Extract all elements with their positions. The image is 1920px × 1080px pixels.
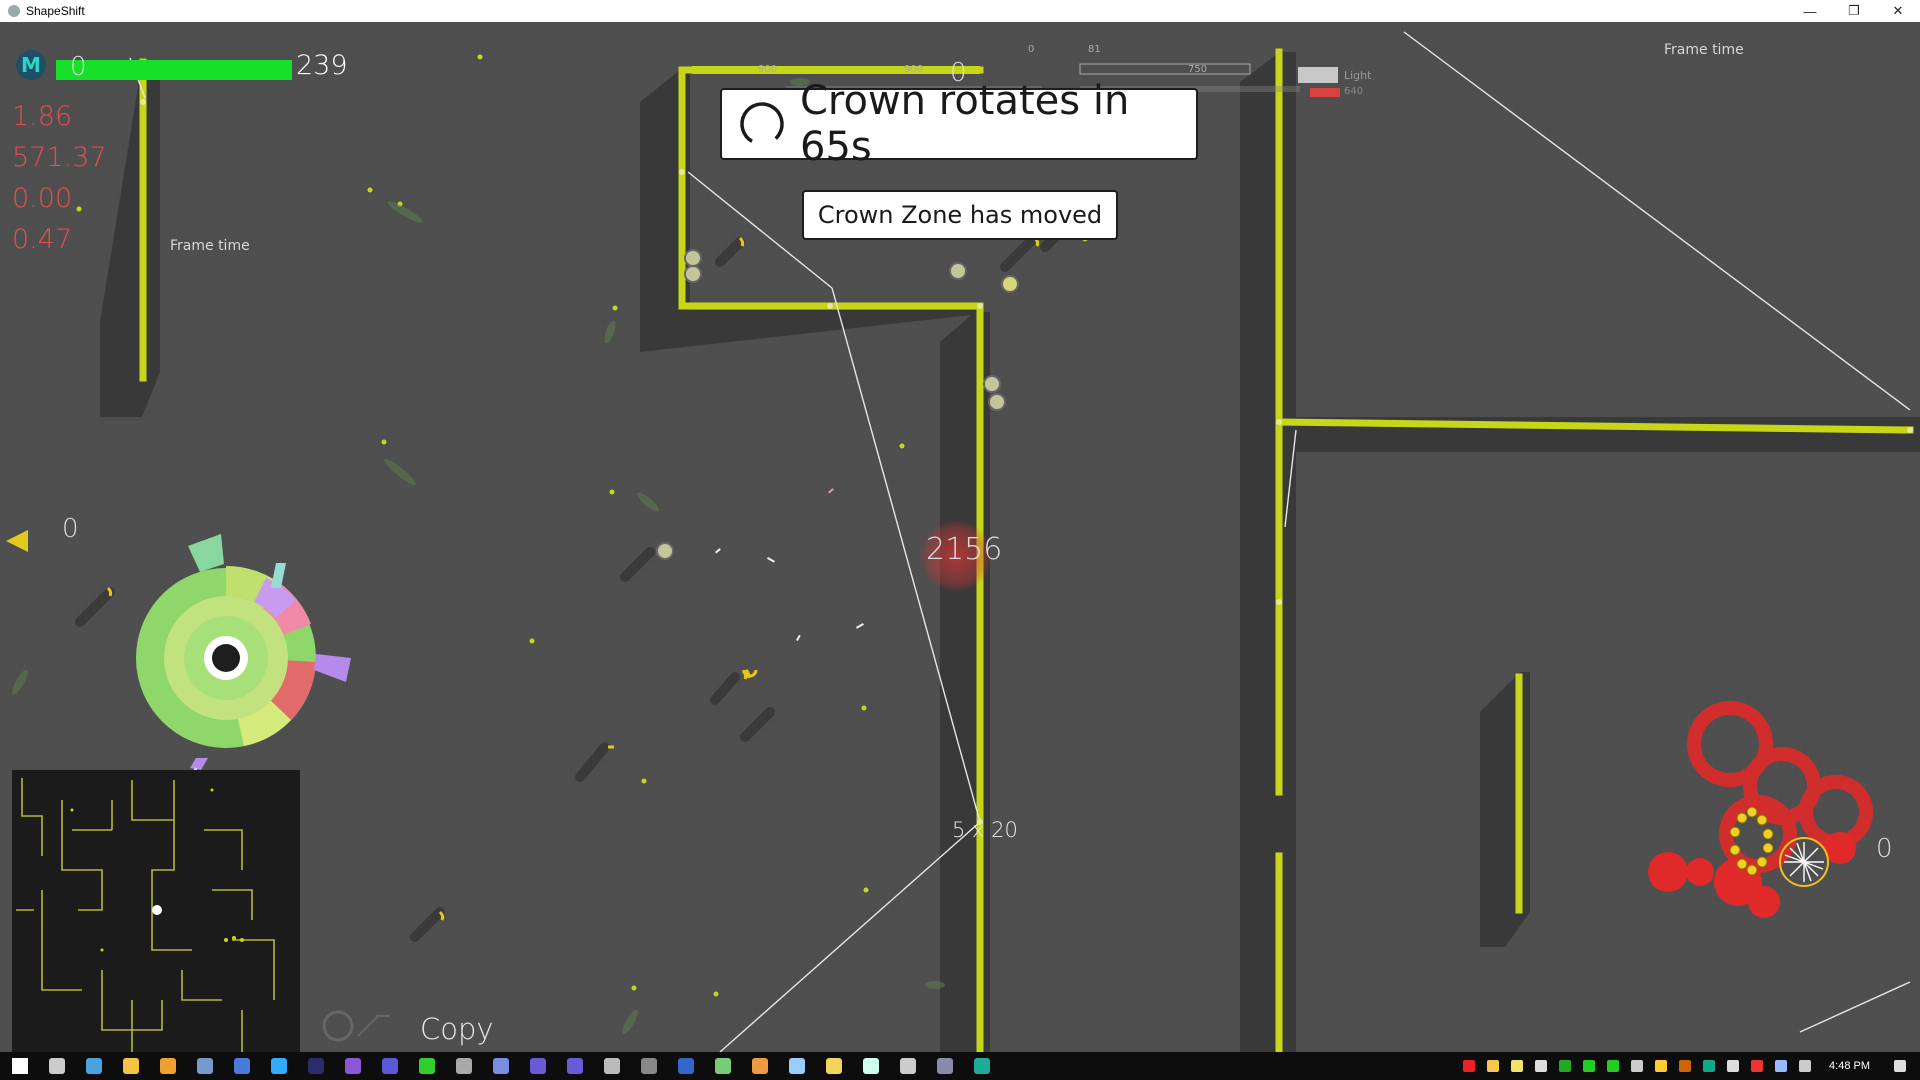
hammer-icon[interactable] (419, 1058, 435, 1074)
health-value: 239 (296, 50, 348, 81)
frame-time-label-right: Frame time (1664, 42, 1744, 58)
tray-n-icon[interactable] (1775, 1060, 1788, 1072)
wheel-icon[interactable] (900, 1058, 916, 1074)
tray-red-icon[interactable] (1463, 1060, 1476, 1072)
top-progress-bar (692, 66, 980, 74)
health-bar (56, 60, 292, 80)
calculator-icon[interactable] (863, 1058, 879, 1074)
network-icon[interactable] (1799, 1060, 1812, 1072)
stat-value: 571.37 (12, 142, 107, 173)
enemy-marker-value: 2156 (926, 532, 1003, 567)
chrome-icon[interactable] (86, 1058, 102, 1074)
light-label: Light (1344, 69, 1372, 82)
tiny-number: 900 (904, 64, 924, 75)
score-right: 0 (1876, 834, 1893, 864)
visual-studio-icon[interactable] (345, 1058, 361, 1074)
notification-icon[interactable] (1894, 1060, 1906, 1072)
copy-label[interactable]: Copy (420, 1012, 494, 1046)
file-explorer-icon[interactable] (123, 1058, 139, 1074)
game-viewport[interactable]: M 239 0 1.86 571.37 0.00 0.47 Frame time… (0, 22, 1920, 1052)
stat-value: 0.47 (12, 224, 73, 255)
stat-value: 0.00 (12, 183, 73, 214)
vb-icon[interactable] (715, 1058, 731, 1074)
discord-icon[interactable] (493, 1058, 509, 1074)
sticky-notes-icon[interactable] (826, 1058, 842, 1074)
minimize-button[interactable]: — (1788, 0, 1832, 22)
light-indicator (1298, 67, 1338, 83)
volume-icon[interactable] (1727, 1060, 1740, 1072)
obs-icon[interactable] (641, 1058, 657, 1074)
remote-icon[interactable] (789, 1058, 805, 1074)
tiny-number: 750 (1188, 64, 1208, 75)
app-icon (8, 5, 20, 17)
size-label: 5 x 20 (952, 818, 1018, 842)
media-icon[interactable] (160, 1058, 176, 1074)
tray-shield-icon[interactable] (1631, 1060, 1644, 1072)
tray-warning-icon[interactable] (1751, 1060, 1764, 1072)
shapeshift-icon[interactable] (974, 1058, 990, 1074)
debug-stats: 1.86 571.37 0.00 0.47 (12, 96, 106, 260)
close-button[interactable]: ✕ (1876, 0, 1920, 22)
word-icon[interactable] (234, 1058, 250, 1074)
photoshop-icon[interactable] (678, 1058, 694, 1074)
windows-start-icon[interactable] (12, 1058, 28, 1074)
stat-value: 1.86 (12, 101, 73, 132)
tray-battery-icon[interactable] (1703, 1060, 1716, 1072)
score-left: 0 (62, 514, 79, 544)
eclipse-icon-2[interactable] (567, 1058, 583, 1074)
browser-icon[interactable] (271, 1058, 287, 1074)
loading-spinner-icon (738, 100, 786, 148)
tray-notes-icon[interactable] (1511, 1060, 1524, 1072)
taskbar: 4:48 PM (0, 1052, 1920, 1080)
tiny-number: 0 (1028, 44, 1035, 55)
vs-code-icon[interactable] (382, 1058, 398, 1074)
team-badge: M (16, 50, 46, 80)
crown-zone-notice: Crown Zone has moved (802, 190, 1118, 240)
frame-time-label-left: Frame time (170, 238, 250, 254)
steam-icon[interactable] (308, 1058, 324, 1074)
terminal-icon[interactable] (456, 1058, 472, 1074)
notes-icon[interactable] (197, 1058, 213, 1074)
window-title-bar: ShapeShift — ❐ ✕ (0, 0, 1920, 22)
red-indicator (1310, 88, 1340, 97)
unity-icon[interactable] (604, 1058, 620, 1074)
offscreen-arrow-icon (6, 530, 28, 552)
tiny-number: 900 (758, 64, 778, 75)
crown-timer-text: Crown rotates in 65s (800, 78, 1130, 170)
git-icon[interactable] (752, 1058, 768, 1074)
tray-box-icon[interactable] (1679, 1060, 1692, 1072)
minimap[interactable] (12, 770, 300, 1052)
tray-star-icon[interactable] (1655, 1060, 1668, 1072)
tray-h2-icon[interactable] (1607, 1060, 1620, 1072)
vs-icon-2[interactable] (937, 1058, 953, 1074)
taskbar-apps (0, 1058, 999, 1074)
task-view-icon[interactable] (49, 1058, 65, 1074)
eclipse-icon[interactable] (530, 1058, 546, 1074)
clock[interactable]: 4:48 PM (1829, 1060, 1870, 1072)
tray-green-icon[interactable] (1559, 1060, 1572, 1072)
small-value: 640 (1344, 86, 1364, 97)
copy-icon[interactable] (318, 1006, 408, 1050)
tray-folder-icon[interactable] (1487, 1060, 1500, 1072)
tiny-number: 81 (1088, 44, 1101, 55)
window-controls: — ❐ ✕ (1788, 0, 1920, 22)
system-tray: 4:48 PM (1457, 1052, 1920, 1080)
restore-button[interactable]: ❐ (1832, 0, 1876, 22)
tray-h-icon[interactable] (1583, 1060, 1596, 1072)
crown-timer-banner: Crown rotates in 65s (720, 78, 1198, 170)
window-title: ShapeShift (26, 4, 85, 18)
score-top-left: 0 (70, 52, 87, 82)
tray-window-icon[interactable] (1535, 1060, 1548, 1072)
